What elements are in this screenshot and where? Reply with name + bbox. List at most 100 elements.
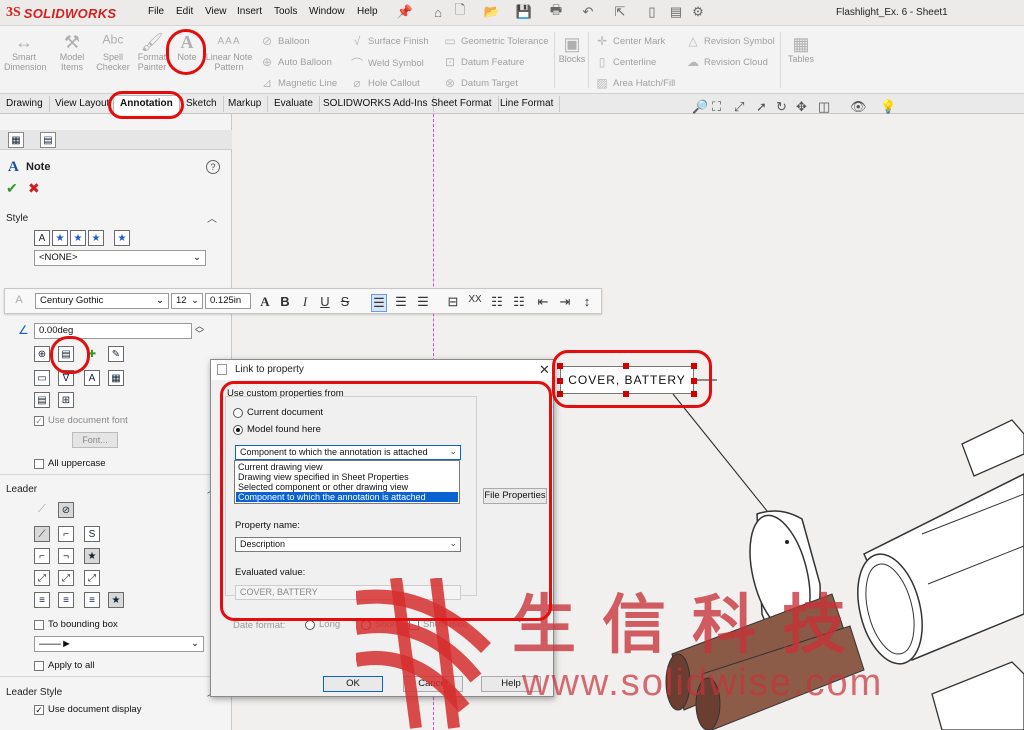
strikethrough-icon[interactable]: S <box>337 294 353 309</box>
font-button[interactable]: Font... <box>72 432 118 448</box>
align-left-icon[interactable]: ☰ <box>371 294 387 312</box>
align-center-icon[interactable]: ☰ <box>393 294 409 310</box>
insert-table-icon[interactable]: ▦ <box>108 370 124 386</box>
link-icon[interactable]: ⊕ <box>34 346 50 362</box>
datum-target-button[interactable]: ⊗ Datum Target <box>443 76 518 90</box>
apply-to-all-checkbox[interactable]: Apply to all <box>34 660 94 671</box>
menu-window[interactable]: Window <box>309 6 345 17</box>
date-long-radio[interactable]: Long <box>305 619 340 630</box>
lock-note-icon[interactable]: ✎ <box>108 346 124 362</box>
display-style-icon[interactable]: ◫ <box>818 99 830 115</box>
spell-checker-button[interactable]: ᴬᵇᶜ Spell Checker <box>94 32 132 72</box>
pin-icon[interactable]: 📌 <box>397 4 413 20</box>
note-handle[interactable] <box>691 363 697 369</box>
leader-auto-icon[interactable]: ⟋ <box>38 503 46 516</box>
fit-text-icon[interactable]: ⊟ <box>445 294 461 310</box>
select-view-icon[interactable]: ➚ <box>756 99 767 115</box>
model-source-select[interactable]: Component to which the annotation is att… <box>235 445 461 460</box>
rebuild-icon[interactable]: ▯ <box>644 4 660 20</box>
zoom-area-icon[interactable]: ⛶ <box>712 99 721 115</box>
menu-insert[interactable]: Insert <box>237 6 262 17</box>
property-manager-icon[interactable]: ▤ <box>40 132 56 148</box>
leader-overline-icon[interactable]: ≡ <box>58 592 74 608</box>
file-properties-button[interactable]: File Properties <box>483 488 547 504</box>
note-button[interactable]: A Note <box>174 32 200 62</box>
spin-icon[interactable]: ︿ ﹀ <box>195 322 204 339</box>
insert-area-hatch-icon[interactable]: ▤ <box>34 392 50 408</box>
load-style-icon[interactable]: ★ <box>114 230 130 246</box>
tab-line-format[interactable]: Line Format <box>494 96 561 112</box>
previous-view-icon[interactable]: ⤢ <box>734 99 744 115</box>
menu-edit[interactable]: Edit <box>176 6 193 17</box>
stack-icon[interactable]: XX <box>467 294 483 305</box>
font-family-select[interactable]: Century Gothic ⌄ <box>35 293 169 309</box>
undo-icon[interactable]: ↶ <box>580 4 596 20</box>
align-right-icon[interactable]: ☰ <box>415 294 431 310</box>
note-handle[interactable] <box>691 378 697 384</box>
note-handle[interactable] <box>691 391 697 397</box>
revision-cloud-button[interactable]: ☁ Revision Cloud <box>686 55 768 69</box>
scene-icon[interactable]: 💡 <box>880 99 896 115</box>
surface-finish-button[interactable]: √ Surface Finish <box>350 34 429 48</box>
use-document-font-checkbox[interactable]: ✓ Use document font <box>34 415 128 426</box>
tables-button[interactable]: ▦ Tables <box>784 34 818 64</box>
option-selected-component[interactable]: Selected component or other drawing view <box>236 482 458 492</box>
leader-nearest-icon[interactable]: ★ <box>84 548 100 564</box>
note-handle[interactable] <box>557 378 563 384</box>
current-document-radio[interactable]: Current document <box>233 407 323 418</box>
text-height-input[interactable]: 0.125in <box>205 293 251 309</box>
bold-icon[interactable]: B <box>277 294 293 309</box>
line-spacing-icon[interactable]: ↕ <box>579 294 595 309</box>
zoom-to-fit-icon[interactable]: 🔎 <box>692 99 708 115</box>
stack-note-icon[interactable]: A <box>84 370 100 386</box>
numbering-icon[interactable]: ☷ <box>511 294 527 310</box>
font-color-icon[interactable]: A <box>257 294 273 310</box>
to-bounding-box-checkbox[interactable]: To bounding box <box>34 619 118 630</box>
leader-right-icon[interactable]: ¬ <box>58 548 74 564</box>
note-handle[interactable] <box>623 363 629 369</box>
tab-solidworks-add-ins[interactable]: SOLIDWORKS Add-Ins <box>317 96 435 112</box>
help-icon[interactable]: ? <box>206 160 220 174</box>
all-uppercase-checkbox[interactable]: All uppercase <box>34 458 106 469</box>
menu-view[interactable]: View <box>205 6 227 17</box>
revision-symbol-button[interactable]: △ Revision Symbol <box>686 34 774 48</box>
leader-spline-icon[interactable]: S <box>84 526 100 542</box>
format-painter-button[interactable]: 🖌 Format Painter <box>134 32 170 72</box>
select-icon[interactable]: ⇱ <box>612 4 628 20</box>
pan-icon[interactable]: ✥ <box>796 99 807 115</box>
print-icon[interactable]: 🖶 <box>548 2 564 20</box>
font-size-select[interactable]: 12 ⌄ <box>171 293 203 309</box>
decrease-indent-icon[interactable]: ⇤ <box>535 294 551 310</box>
add-style-icon[interactable]: ★ <box>52 230 68 246</box>
area-hatch-fill-button[interactable]: ▨ Area Hatch/Fill <box>595 76 675 90</box>
menu-help[interactable]: Help <box>357 6 378 17</box>
center-mark-button[interactable]: ✛ Center Mark <box>595 34 665 48</box>
underline-icon[interactable]: U <box>317 294 333 309</box>
note-annotation[interactable]: COVER, BATTERY <box>560 366 694 394</box>
insert-hyperlink-icon[interactable]: ▭ <box>34 370 50 386</box>
note-handle[interactable] <box>623 391 629 397</box>
add-symbol-icon[interactable]: ✚ <box>84 346 100 362</box>
cancel-x-icon[interactable]: ✖ <box>28 180 40 197</box>
save-style-icon[interactable]: ★ <box>88 230 104 246</box>
feature-manager-icon[interactable]: ▦ <box>8 132 24 148</box>
new-document-icon[interactable]: 🗋 <box>452 2 468 20</box>
increase-indent-icon[interactable]: ⇥ <box>557 294 573 310</box>
model-found-here-radio[interactable]: Model found here <box>233 424 321 435</box>
tab-sheet-format[interactable]: Sheet Format <box>425 96 499 112</box>
angle-input[interactable]: 0.00deg <box>34 323 192 339</box>
save-icon[interactable]: 💾 <box>516 4 532 20</box>
insert-symbol-icon[interactable]: ∇ <box>58 370 74 386</box>
smart-dimension-button[interactable]: ↔ Smart Dimension <box>4 32 47 72</box>
file-properties-icon[interactable]: ▤ <box>668 4 684 20</box>
leader-bent-icon[interactable]: ⌐ <box>58 526 74 542</box>
close-icon[interactable]: ✕ <box>539 362 550 378</box>
leader-straight-icon[interactable]: ⟋ <box>34 526 50 542</box>
ok-check-icon[interactable]: ✔ <box>6 180 18 197</box>
magnetic-line-button[interactable]: ⊿ Magnetic Line <box>260 76 337 90</box>
tab-drawing[interactable]: Drawing <box>0 96 50 112</box>
option-drawing-view-sheet-properties[interactable]: Drawing view specified in Sheet Properti… <box>236 472 458 482</box>
insert-balloon-icon[interactable]: ⊞ <box>58 392 74 408</box>
linear-note-pattern-button[interactable]: AAA Linear Note Pattern <box>205 32 253 72</box>
leader-attach-bottom-icon[interactable]: ⤢ <box>84 570 100 586</box>
